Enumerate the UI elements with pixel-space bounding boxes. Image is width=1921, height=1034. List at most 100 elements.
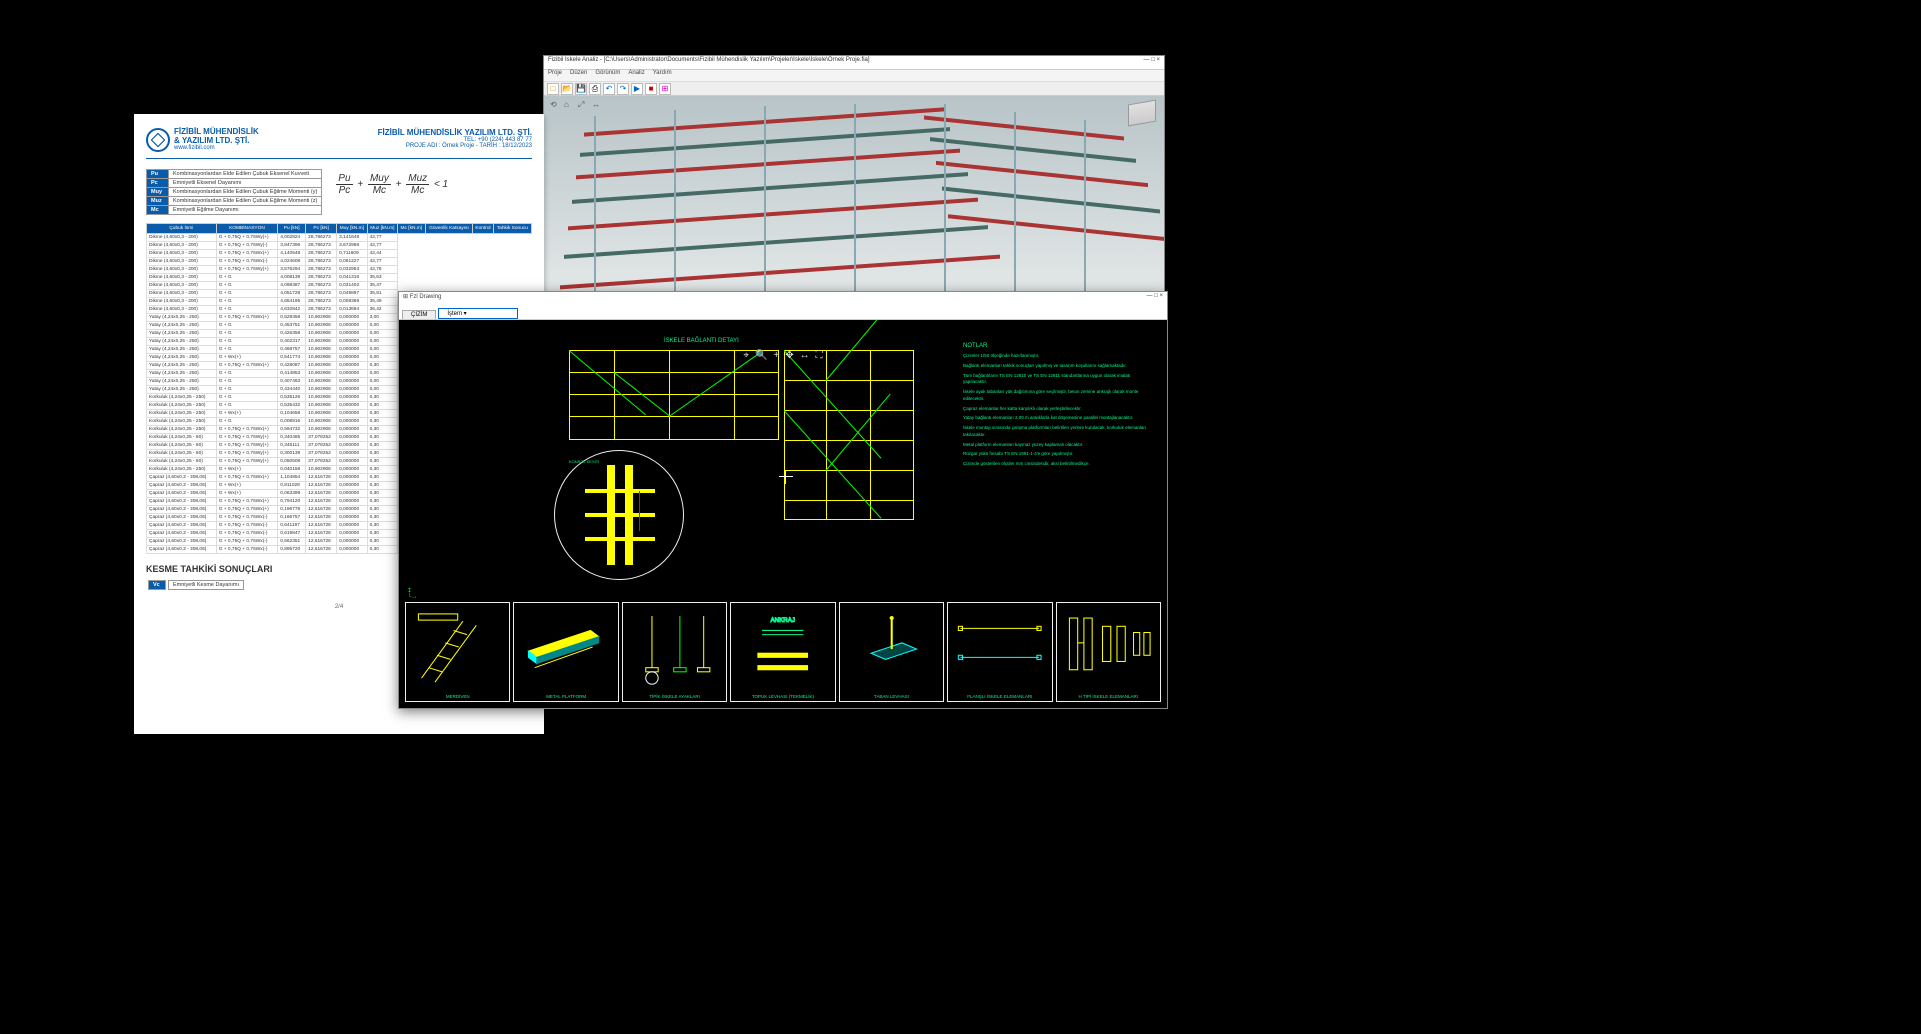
zoom-in-icon[interactable]: + [773, 350, 779, 361]
cad-tab[interactable]: ÇİZİM [402, 310, 436, 319]
thumbnail-caption: H TİPİ İSKELE ELEMANLARI [1057, 694, 1160, 699]
fullscreen-icon[interactable]: ⛶ [816, 350, 823, 361]
cad-window: ⊞ Fzl Drawing — □ × ÇİZİM İştem ▾ ⌖ 🔍 + … [398, 291, 1168, 709]
cad-viewport[interactable]: ⌖ 🔍 + ✥ ↔ ⛶ İSKELE BAĞLANTI DETAYI KONSO… [399, 320, 1167, 708]
note-line: Çizimler 1/50 ölçeğinde hazırlanmıştır. [963, 353, 1153, 360]
col-header: Mc [kN.m] [398, 224, 426, 234]
def-val: Kombinasyonlardan Elde Edilen Çubuk Eğil… [169, 197, 322, 206]
thumbnail[interactable]: TİPİK İSKELE AYAKLARI [622, 602, 727, 702]
app-3d-title-text: Fizibil İskele Analiz - [C:\Users\Admini… [548, 57, 870, 68]
thumbnail-strip: MERDİVEN METAL PLATFORM TİPİK İSKELE AYA… [405, 602, 1161, 702]
maximize-icon[interactable]: □ [1154, 293, 1158, 299]
note-line: Rüzgar yükü hesabı TS EN 1991-1-4'e göre… [963, 451, 1153, 458]
thumbnail-caption: MERDİVEN [406, 694, 509, 699]
thumbnail[interactable]: FLANŞLI İSKELE ELEMANLARI [947, 602, 1052, 702]
def-key: Pu [147, 170, 169, 179]
col-header: Muz [kN.m] [367, 224, 397, 234]
cad-view-toolbar[interactable]: ⌖ 🔍 + ✥ ↔ ⛶ [743, 350, 822, 361]
note-line: Yatay bağlantı elemanları 2,00 m aralıkl… [963, 415, 1153, 422]
orbit-icon[interactable]: ⟲ [550, 100, 560, 110]
note-line: Çizimde gösterilen ölçüler mm cinsindend… [963, 461, 1153, 468]
table-row: Dikme (4,60x0,3 - 200)G + G4,00813928,78… [147, 274, 532, 282]
redo-icon[interactable]: ↷ [617, 83, 629, 95]
thumbnail-caption: TABAN LEVHASI [840, 694, 943, 699]
col-header: Muy [kN.m] [337, 224, 367, 234]
elevation-drawing [569, 350, 779, 440]
notes-heading: NOTLAR [963, 342, 1153, 351]
note-line: Metal platform elemanları kaymaz yüzey k… [963, 442, 1153, 449]
definitions-block: PuKombinasyonlardan Elde Edilen Çubuk Ek… [146, 169, 532, 215]
definitions-table: PuKombinasyonlardan Elde Edilen Çubuk Ek… [146, 169, 322, 215]
fit-icon[interactable]: ⤢ [578, 100, 588, 110]
cad-window-controls[interactable]: — □ × [1147, 293, 1163, 305]
app-3d-titlebar[interactable]: Fizibil İskele Analiz - [C:\Users\Admini… [544, 56, 1164, 70]
thumbnail[interactable]: METAL PLATFORM [513, 602, 618, 702]
app-3d-viewport[interactable]: ⟲ ⌂ ⤢ ↔ [544, 96, 1164, 296]
company-url: www.fizibil.com [174, 145, 259, 151]
app-3d-window-controls[interactable]: — □ × [1144, 57, 1160, 68]
def-key: Muz [147, 197, 169, 206]
target-icon[interactable]: ⌖ [743, 350, 749, 361]
maximize-icon[interactable]: □ [1151, 57, 1155, 63]
def-key: Mc [147, 206, 169, 215]
def-key: Pc [147, 179, 169, 188]
thumbnail-caption: FLANŞLI İSKELE ELEMANLARI [948, 694, 1051, 699]
drawing-title: İSKELE BAĞLANTI DETAYI [664, 338, 739, 344]
thumbnail-caption: TİPİK İSKELE AYAKLARI [623, 694, 726, 699]
home-icon[interactable]: ⌂ [564, 100, 574, 110]
note-line: Bağlantı elemanları tahkik sonuçları yap… [963, 363, 1153, 370]
table-row: Dikme (4,60x0,3 - 200)G + 0,75Q + 0,75Wy… [147, 242, 532, 250]
thumbnail[interactable]: H TİPİ İSKELE ELEMANLARI [1056, 602, 1161, 702]
cad-dropdown[interactable]: İştem ▾ [438, 308, 518, 319]
col-header: Çubuk İsmi [147, 224, 217, 234]
undo-icon[interactable]: ↶ [603, 83, 615, 95]
pan-icon[interactable]: ↔ [592, 100, 602, 110]
close-icon[interactable]: × [1159, 293, 1163, 299]
menu-item[interactable]: Düzen [570, 70, 587, 81]
col-header: Kontrol [473, 224, 493, 234]
note-line: İskele montajı sırasında çalışma platfor… [963, 425, 1153, 439]
header-project: PROJE ADI : Örnek Proje - TARİH : 18/12/… [378, 143, 532, 149]
def-val: Emniyetli Eksenel Dayanımı [169, 179, 322, 188]
col-header: Tahkik Sonucu [493, 224, 531, 234]
close-icon[interactable]: × [1156, 57, 1160, 63]
axis-gizmo-icon: ↥└→ [407, 587, 417, 600]
run-icon[interactable]: ▶ [631, 83, 643, 95]
cad-titlebar[interactable]: ⊞ Fzl Drawing — □ × [399, 292, 1167, 306]
def-val: Kombinasyonlardan Elde Edilen Çubuk Ekse… [169, 170, 322, 179]
open-icon[interactable]: 📂 [561, 83, 573, 95]
stop-icon[interactable]: ■ [645, 83, 657, 95]
app-3d-toolbar[interactable]: □ 📂 💾 ⎙ ↶ ↷ ▶ ■ ⊞ [544, 82, 1164, 96]
new-icon[interactable]: □ [547, 83, 559, 95]
viewport-tools[interactable]: ⟲ ⌂ ⤢ ↔ [550, 100, 602, 110]
save-icon[interactable]: 💾 [575, 83, 587, 95]
table-row: Dikme (4,60x0,3 - 200)G + 0,75Q + 0,75Wy… [147, 266, 532, 274]
extent-icon[interactable]: ↔ [800, 350, 810, 361]
app-3d-window: Fizibil İskele Analiz - [C:\Users\Admini… [543, 55, 1165, 297]
cad-tabbar[interactable]: ÇİZİM İştem ▾ [399, 306, 1167, 320]
menu-item[interactable]: Proje [548, 70, 562, 81]
thumbnail[interactable]: ANKRAJ TOPUK LEVHASI (TEKMELİK) [730, 602, 835, 702]
navigation-cube-icon[interactable] [1128, 100, 1156, 127]
col-header: Pc [kN] [306, 224, 337, 234]
note-line: Tüm bağlantıların TS EN 12810 ve TS EN 1… [963, 373, 1153, 387]
menu-item[interactable]: Görünüm [595, 70, 620, 81]
menu-item[interactable]: Analiz [628, 70, 644, 81]
menu-item[interactable]: Yardım [653, 70, 672, 81]
company-name-2: & YAZILIM LTD. ŞTİ. [174, 137, 259, 145]
zoom-icon[interactable]: 🔍 [755, 350, 767, 361]
interaction-formula: PuPc + MuyMc + MuzMc < 1 [334, 169, 448, 215]
thumbnail[interactable]: MERDİVEN [405, 602, 510, 702]
minimize-icon[interactable]: — [1144, 57, 1150, 63]
pan-icon[interactable]: ✥ [785, 350, 793, 361]
print-icon[interactable]: ⎙ [589, 83, 601, 95]
col-header: Pu [kN] [278, 224, 306, 234]
thumbnail[interactable]: TABAN LEVHASI [839, 602, 944, 702]
grid-icon[interactable]: ⊞ [659, 83, 671, 95]
table-row: Dikme (4,60x0,3 - 200)G + 0,75Q + 0,75Wx… [147, 258, 532, 266]
table-row: Dikme (4,60x0,3 - 200)G + 0,75Q + 0,75Wy… [147, 234, 532, 242]
minimize-icon[interactable]: — [1147, 293, 1153, 299]
app-3d-menubar[interactable]: Proje Düzen Görünüm Analiz Yardım [544, 70, 1164, 82]
header-company: FİZİBİL MÜHENDİSLİK YAZILIM LTD. ŞTİ. [378, 128, 532, 137]
col-header: KOMBİNASYON [216, 224, 277, 234]
